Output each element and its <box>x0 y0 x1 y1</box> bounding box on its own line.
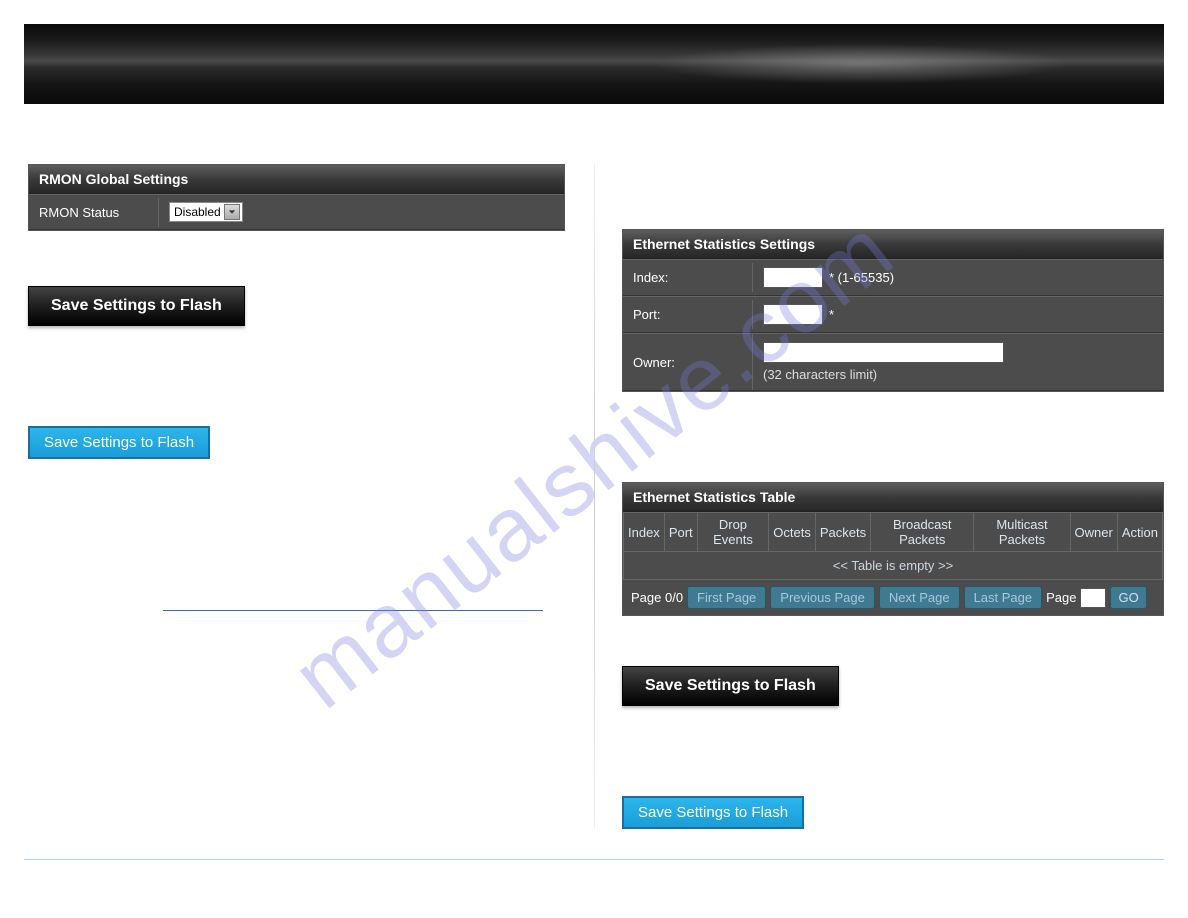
col-packets: Packets <box>815 513 870 552</box>
save-settings-button-blue-right[interactable]: Save Settings to Flash <box>622 796 804 829</box>
rmon-status-value: Disabled <box>174 205 221 219</box>
col-broadcast: Broadcast Packets <box>871 513 974 552</box>
page-word: Page <box>1046 590 1076 605</box>
rmon-status-label: RMON Status <box>29 198 159 227</box>
rmon-panel-header: RMON Global Settings <box>29 165 564 194</box>
rmon-status-row: RMON Status Disabled <box>29 194 564 230</box>
col-multicast: Multicast Packets <box>974 513 1070 552</box>
table-empty-message: << Table is empty >> <box>624 552 1163 580</box>
save-settings-button-black-left[interactable]: Save Settings to Flash <box>28 286 245 326</box>
go-button[interactable]: GO <box>1110 586 1146 609</box>
eth-owner-input[interactable] <box>763 342 1004 363</box>
eth-statistics-table: Index Port Drop Events Octets Packets Br… <box>623 512 1163 580</box>
rmon-global-settings-panel: RMON Global Settings RMON Status Disable… <box>28 164 565 231</box>
last-page-button[interactable]: Last Page <box>964 586 1043 609</box>
col-port: Port <box>664 513 697 552</box>
col-index: Index <box>624 513 665 552</box>
next-page-button[interactable]: Next Page <box>879 586 960 609</box>
page-number-input[interactable] <box>1080 588 1106 608</box>
ethernet-statistics-settings-panel: Ethernet Statistics Settings Index: * (1… <box>622 229 1164 392</box>
eth-owner-label: Owner: <box>623 334 753 390</box>
col-action: Action <box>1117 513 1162 552</box>
eth-index-hint: * (1-65535) <box>829 270 894 285</box>
chevron-down-icon <box>224 204 240 220</box>
rmon-status-select[interactable]: Disabled <box>169 202 243 222</box>
eth-owner-hint: (32 characters limit) <box>763 367 877 382</box>
save-settings-button-black-right[interactable]: Save Settings to Flash <box>622 666 839 706</box>
eth-index-row: Index: * (1-65535) <box>623 259 1163 296</box>
page-indicator: Page 0/0 <box>631 590 683 605</box>
link-underline <box>163 609 543 611</box>
previous-page-button[interactable]: Previous Page <box>770 586 875 609</box>
first-page-button[interactable]: First Page <box>687 586 766 609</box>
column-divider <box>594 164 595 829</box>
col-octets: Octets <box>769 513 816 552</box>
eth-port-input[interactable] <box>763 304 823 325</box>
header-banner <box>24 24 1164 104</box>
pager: Page 0/0 First Page Previous Page Next P… <box>623 580 1163 615</box>
col-owner: Owner <box>1070 513 1117 552</box>
eth-index-input[interactable] <box>763 267 823 288</box>
save-settings-button-blue-left[interactable]: Save Settings to Flash <box>28 426 210 459</box>
eth-owner-row: Owner: (32 characters limit) <box>623 333 1163 391</box>
eth-table-header: Ethernet Statistics Table <box>623 483 1163 512</box>
col-drop-events: Drop Events <box>697 513 769 552</box>
eth-port-hint: * <box>829 307 834 322</box>
eth-settings-header: Ethernet Statistics Settings <box>623 230 1163 259</box>
eth-port-label: Port: <box>623 300 753 329</box>
ethernet-statistics-table-panel: Ethernet Statistics Table Index Port Dro… <box>622 482 1164 616</box>
bottom-divider <box>24 859 1164 860</box>
eth-port-row: Port: * <box>623 296 1163 333</box>
eth-index-label: Index: <box>623 263 753 292</box>
